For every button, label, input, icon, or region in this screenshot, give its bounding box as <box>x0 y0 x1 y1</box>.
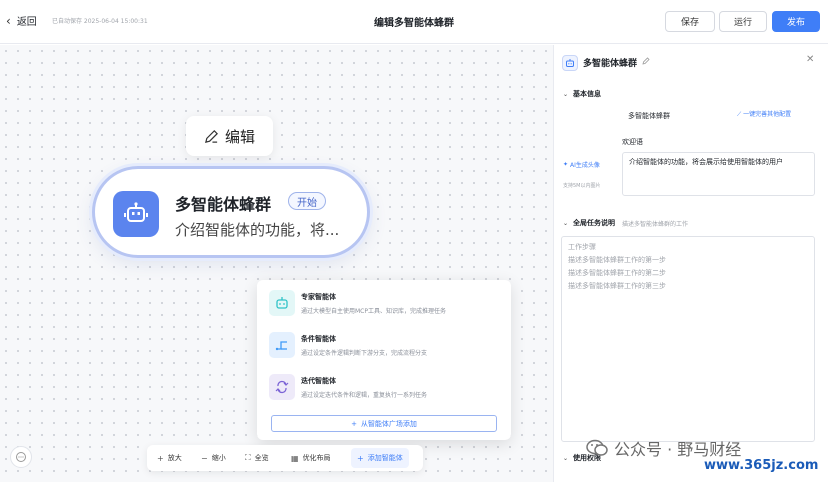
chevron-left-icon: ‹ <box>6 13 11 28</box>
global-task-textarea[interactable]: 工作步骤 描述多智能体蜂群工作的第一步 描述多智能体蜂群工作的第二步 描述多智能… <box>561 236 815 442</box>
menu-item-expert-agent[interactable]: 专家智能体 通过大模型自主使用MCP工具、知识库，完成推理任务 <box>267 286 501 324</box>
plus-icon: + <box>357 453 364 463</box>
canvas-toolbar: + 放大 − 缩小 ⛶ 全览 ▦ 优化布局 + 添加智能体 <box>147 445 423 471</box>
back-label: 返回 <box>16 17 37 28</box>
minus-icon: − <box>201 453 208 463</box>
menu-item-title: 迭代智能体 <box>301 377 336 385</box>
zoom-in-button[interactable]: + 放大 <box>157 445 182 471</box>
ai-avatar-button[interactable]: ✦ AI生成头像 <box>563 157 615 171</box>
task-line: 工作步骤 <box>568 243 596 251</box>
watermark-line1: 公众号 · 野马财经 <box>614 440 742 459</box>
plus-icon: + <box>157 453 164 463</box>
one-click-config-label: 一键完善其他配置 <box>743 111 792 118</box>
fit-view-label: 全览 <box>254 454 269 462</box>
add-from-plaza-button[interactable]: + 从智能体广场添加 <box>271 415 497 432</box>
zoom-in-label: 放大 <box>167 454 182 462</box>
global-task-title: 全局任务说明 <box>573 219 616 227</box>
run-button[interactable]: 运行 <box>719 11 767 32</box>
panel-title: 多智能体蜂群 <box>583 59 638 69</box>
start-badge: 开始 <box>288 192 326 210</box>
loop-icon <box>269 374 295 400</box>
chevron-down-icon: ⌄ <box>563 219 569 227</box>
watermark: 公众号 · 野马财经 www.365jz.com <box>586 436 826 478</box>
save-button[interactable]: 保存 <box>665 11 715 32</box>
add-agent-menu: 专家智能体 通过大模型自主使用MCP工具、知识库，完成推理任务 条件智能体 通过… <box>257 280 511 440</box>
optimize-layout-button[interactable]: ▦ 优化布局 <box>291 445 331 471</box>
task-line: 描述多智能体蜂群工作的第二步 <box>568 269 666 277</box>
magic-wand-icon: ⟋ <box>737 111 742 118</box>
robot-icon <box>113 191 159 237</box>
watermark-line2: www.365jz.com <box>704 458 819 473</box>
edit-button[interactable]: 编辑 <box>186 116 273 156</box>
basic-info-title: 基本信息 <box>573 90 602 98</box>
menu-item-desc: 通过设定条件逻辑判断下游分支，完成流程分支 <box>301 350 428 357</box>
menu-item-condition-agent[interactable]: 条件智能体 通过设定条件逻辑判断下游分支，完成流程分支 <box>267 328 501 366</box>
agent-name: 多智能体蜂群 <box>175 195 272 214</box>
add-agent-label: 添加智能体 <box>367 454 403 462</box>
basic-info-section-header[interactable]: ⌄ 基本信息 <box>563 89 601 99</box>
robot-icon <box>269 290 295 316</box>
pencil-icon <box>205 129 218 143</box>
agent-description: 介绍智能体的功能，将... <box>175 221 340 239</box>
publish-button[interactable]: 发布 <box>772 11 820 32</box>
welcome-textarea[interactable]: 介绍智能体的功能，将会展示给使用智能体的用户 <box>622 152 815 196</box>
menu-item-desc: 通过大模型自主使用MCP工具、知识库，完成推理任务 <box>301 308 446 315</box>
edit-label: 编辑 <box>224 127 255 146</box>
close-icon[interactable]: ✕ <box>806 54 814 65</box>
zoom-out-label: 缩小 <box>211 454 226 462</box>
menu-item-title: 专家智能体 <box>301 293 336 301</box>
add-from-plaza-label: 从智能体广场添加 <box>360 419 417 428</box>
zoom-out-button[interactable]: − 缩小 <box>201 445 226 471</box>
help-button[interactable] <box>10 446 32 468</box>
ai-avatar-label: AI生成头像 <box>570 161 600 169</box>
autosave-status: 已自动保存 2025-06-04 15:00:31 <box>52 18 148 25</box>
task-line: 描述多智能体蜂群工作的第三步 <box>568 282 666 290</box>
agent-name-input[interactable] <box>622 107 736 124</box>
branch-icon <box>269 332 295 358</box>
global-task-hint: 描述多智能体蜂群的工作 <box>622 220 689 228</box>
top-bar: ‹ 返回 已自动保存 2025-06-04 15:00:31 编辑多智能体蜂群 … <box>0 0 828 44</box>
menu-item-title: 条件智能体 <box>301 335 336 343</box>
task-line: 描述多智能体蜂群工作的第一步 <box>568 256 666 264</box>
back-button[interactable]: ‹ 返回 <box>6 13 37 29</box>
chat-help-icon <box>16 452 26 462</box>
agent-start-node[interactable]: 多智能体蜂群 开始 介绍智能体的功能，将... <box>92 166 370 258</box>
optimize-layout-label: 优化布局 <box>302 454 331 462</box>
one-click-config-button[interactable]: ⟋ 一键完善其他配置 <box>737 109 791 119</box>
add-agent-button[interactable]: + 添加智能体 <box>351 448 409 468</box>
chevron-down-icon: ⌄ <box>563 454 569 462</box>
welcome-label: 欢迎语 <box>622 138 643 146</box>
plus-icon: + <box>351 419 357 428</box>
menu-item-desc: 通过设定迭代条件和逻辑，重复执行一系列任务 <box>301 392 428 399</box>
watermark-line1-row: 公众号 · 野马财经 <box>586 436 741 460</box>
robot-icon <box>562 55 578 71</box>
upload-hint: 支持5M以内图片 <box>563 183 601 189</box>
sparkle-icon: ✦ <box>563 160 569 168</box>
menu-item-iteration-agent[interactable]: 迭代智能体 通过设定迭代条件和逻辑，重复执行一系列任务 <box>267 370 501 408</box>
global-task-section-header[interactable]: ⌄ 全局任务说明 描述多智能体蜂群的工作 <box>563 218 688 228</box>
layout-icon: ▦ <box>291 453 299 463</box>
chevron-down-icon: ⌄ <box>563 90 569 98</box>
wechat-icon <box>586 439 608 456</box>
fit-view-icon: ⛶ <box>245 453 251 462</box>
fit-view-button[interactable]: ⛶ 全览 <box>245 445 269 471</box>
pencil-icon[interactable] <box>642 57 650 65</box>
